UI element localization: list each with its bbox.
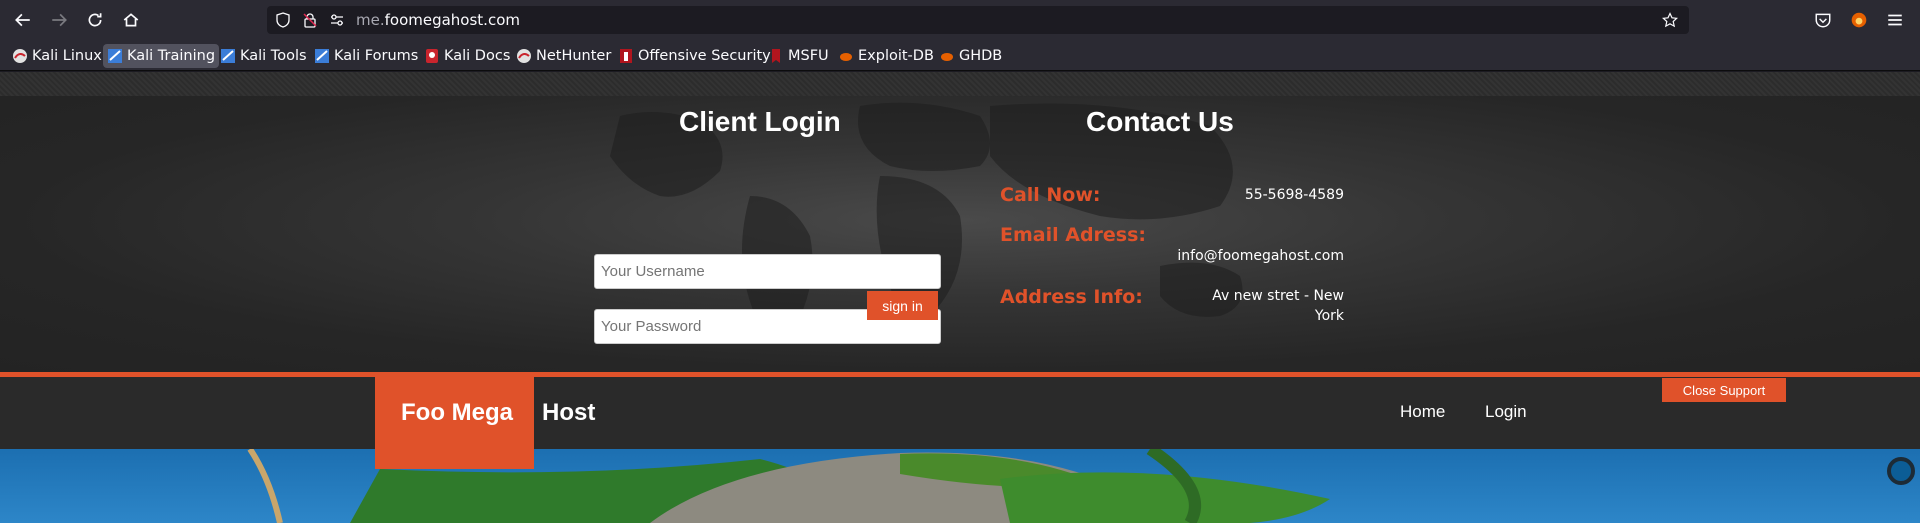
exploit-db-icon xyxy=(838,48,854,64)
address-line-1: Av new stret - New xyxy=(1212,288,1344,304)
extension-icon[interactable] xyxy=(1847,8,1871,32)
kali-docs-icon xyxy=(424,48,440,64)
kali-icon xyxy=(12,48,28,64)
reload-icon[interactable] xyxy=(83,8,107,32)
close-support-button[interactable]: Close Support xyxy=(1662,378,1786,402)
offensive-security-icon xyxy=(618,48,634,64)
msfu-icon xyxy=(768,48,784,64)
client-login-title: Client Login xyxy=(679,106,841,137)
pocket-icon[interactable] xyxy=(1811,8,1835,32)
shield-icon[interactable] xyxy=(275,12,291,28)
nav-login[interactable]: Login xyxy=(1485,402,1527,422)
bookmark-ghdb[interactable]: GHDB xyxy=(935,44,1006,68)
back-icon[interactable] xyxy=(11,8,35,32)
ghdb-icon xyxy=(939,48,955,64)
bookmark-kali-tools[interactable]: Kali Tools xyxy=(216,44,311,68)
browser-toolbar: me.foomegahost.com xyxy=(0,0,1920,40)
address-line-2: York xyxy=(1314,308,1344,324)
forward-icon[interactable] xyxy=(47,8,71,32)
email-value: info@foomegahost.com xyxy=(1177,248,1344,264)
sign-in-button[interactable]: sign in xyxy=(867,291,938,320)
bookmarks-toolbar: Kali Linux Kali Training Kali Tools Kali… xyxy=(0,40,1920,71)
phone-value: 55-5698-4589 xyxy=(1244,187,1344,203)
address-label: Address Info: xyxy=(1000,286,1143,308)
menu-icon[interactable] xyxy=(1883,8,1907,32)
nav-home[interactable]: Home xyxy=(1400,402,1445,422)
bookmark-exploit-db[interactable]: Exploit-DB xyxy=(834,44,938,68)
bookmark-offensive-security[interactable]: Offensive Security xyxy=(614,44,775,68)
lock-icon[interactable] xyxy=(302,12,318,28)
contact-section: Client Login Contact Us xyxy=(0,96,1920,372)
bookmark-kali-training[interactable]: Kali Training xyxy=(103,44,220,68)
bookmark-kali-docs[interactable]: Kali Docs xyxy=(420,44,514,68)
contact-us-title: Contact Us xyxy=(1086,106,1234,137)
web-page: Client Login Contact Us sign in Call Now… xyxy=(0,72,1920,523)
bookmark-nethunter[interactable]: NetHunter xyxy=(512,44,615,68)
bookmark-msfu[interactable]: MSFU xyxy=(764,44,833,68)
bookmark-kali-linux[interactable]: Kali Linux xyxy=(8,44,106,68)
nethunter-icon xyxy=(516,48,532,64)
home-icon[interactable] xyxy=(119,8,143,32)
logo-text-foo-mega[interactable]: Foo Mega xyxy=(401,399,513,427)
site-header xyxy=(0,377,1920,449)
loading-spinner-icon xyxy=(1887,457,1915,485)
star-icon[interactable] xyxy=(1661,12,1679,28)
kali-training-icon xyxy=(107,48,123,64)
kali-tools-icon xyxy=(220,48,236,64)
username-input[interactable] xyxy=(594,254,941,289)
logo-text-host[interactable]: Host xyxy=(542,399,595,427)
kali-forums-icon xyxy=(314,48,330,64)
email-label: Email Adress: xyxy=(1000,224,1147,246)
palm-tree-image xyxy=(247,449,1330,523)
url-text: me.foomegahost.com xyxy=(356,11,520,29)
permissions-icon[interactable] xyxy=(329,12,345,28)
hero-image xyxy=(0,449,1920,523)
call-now-label: Call Now: xyxy=(1000,184,1101,206)
bookmark-kali-forums[interactable]: Kali Forums xyxy=(310,44,422,68)
url-bar[interactable]: me.foomegahost.com xyxy=(267,6,1689,34)
top-stripe xyxy=(0,72,1920,96)
